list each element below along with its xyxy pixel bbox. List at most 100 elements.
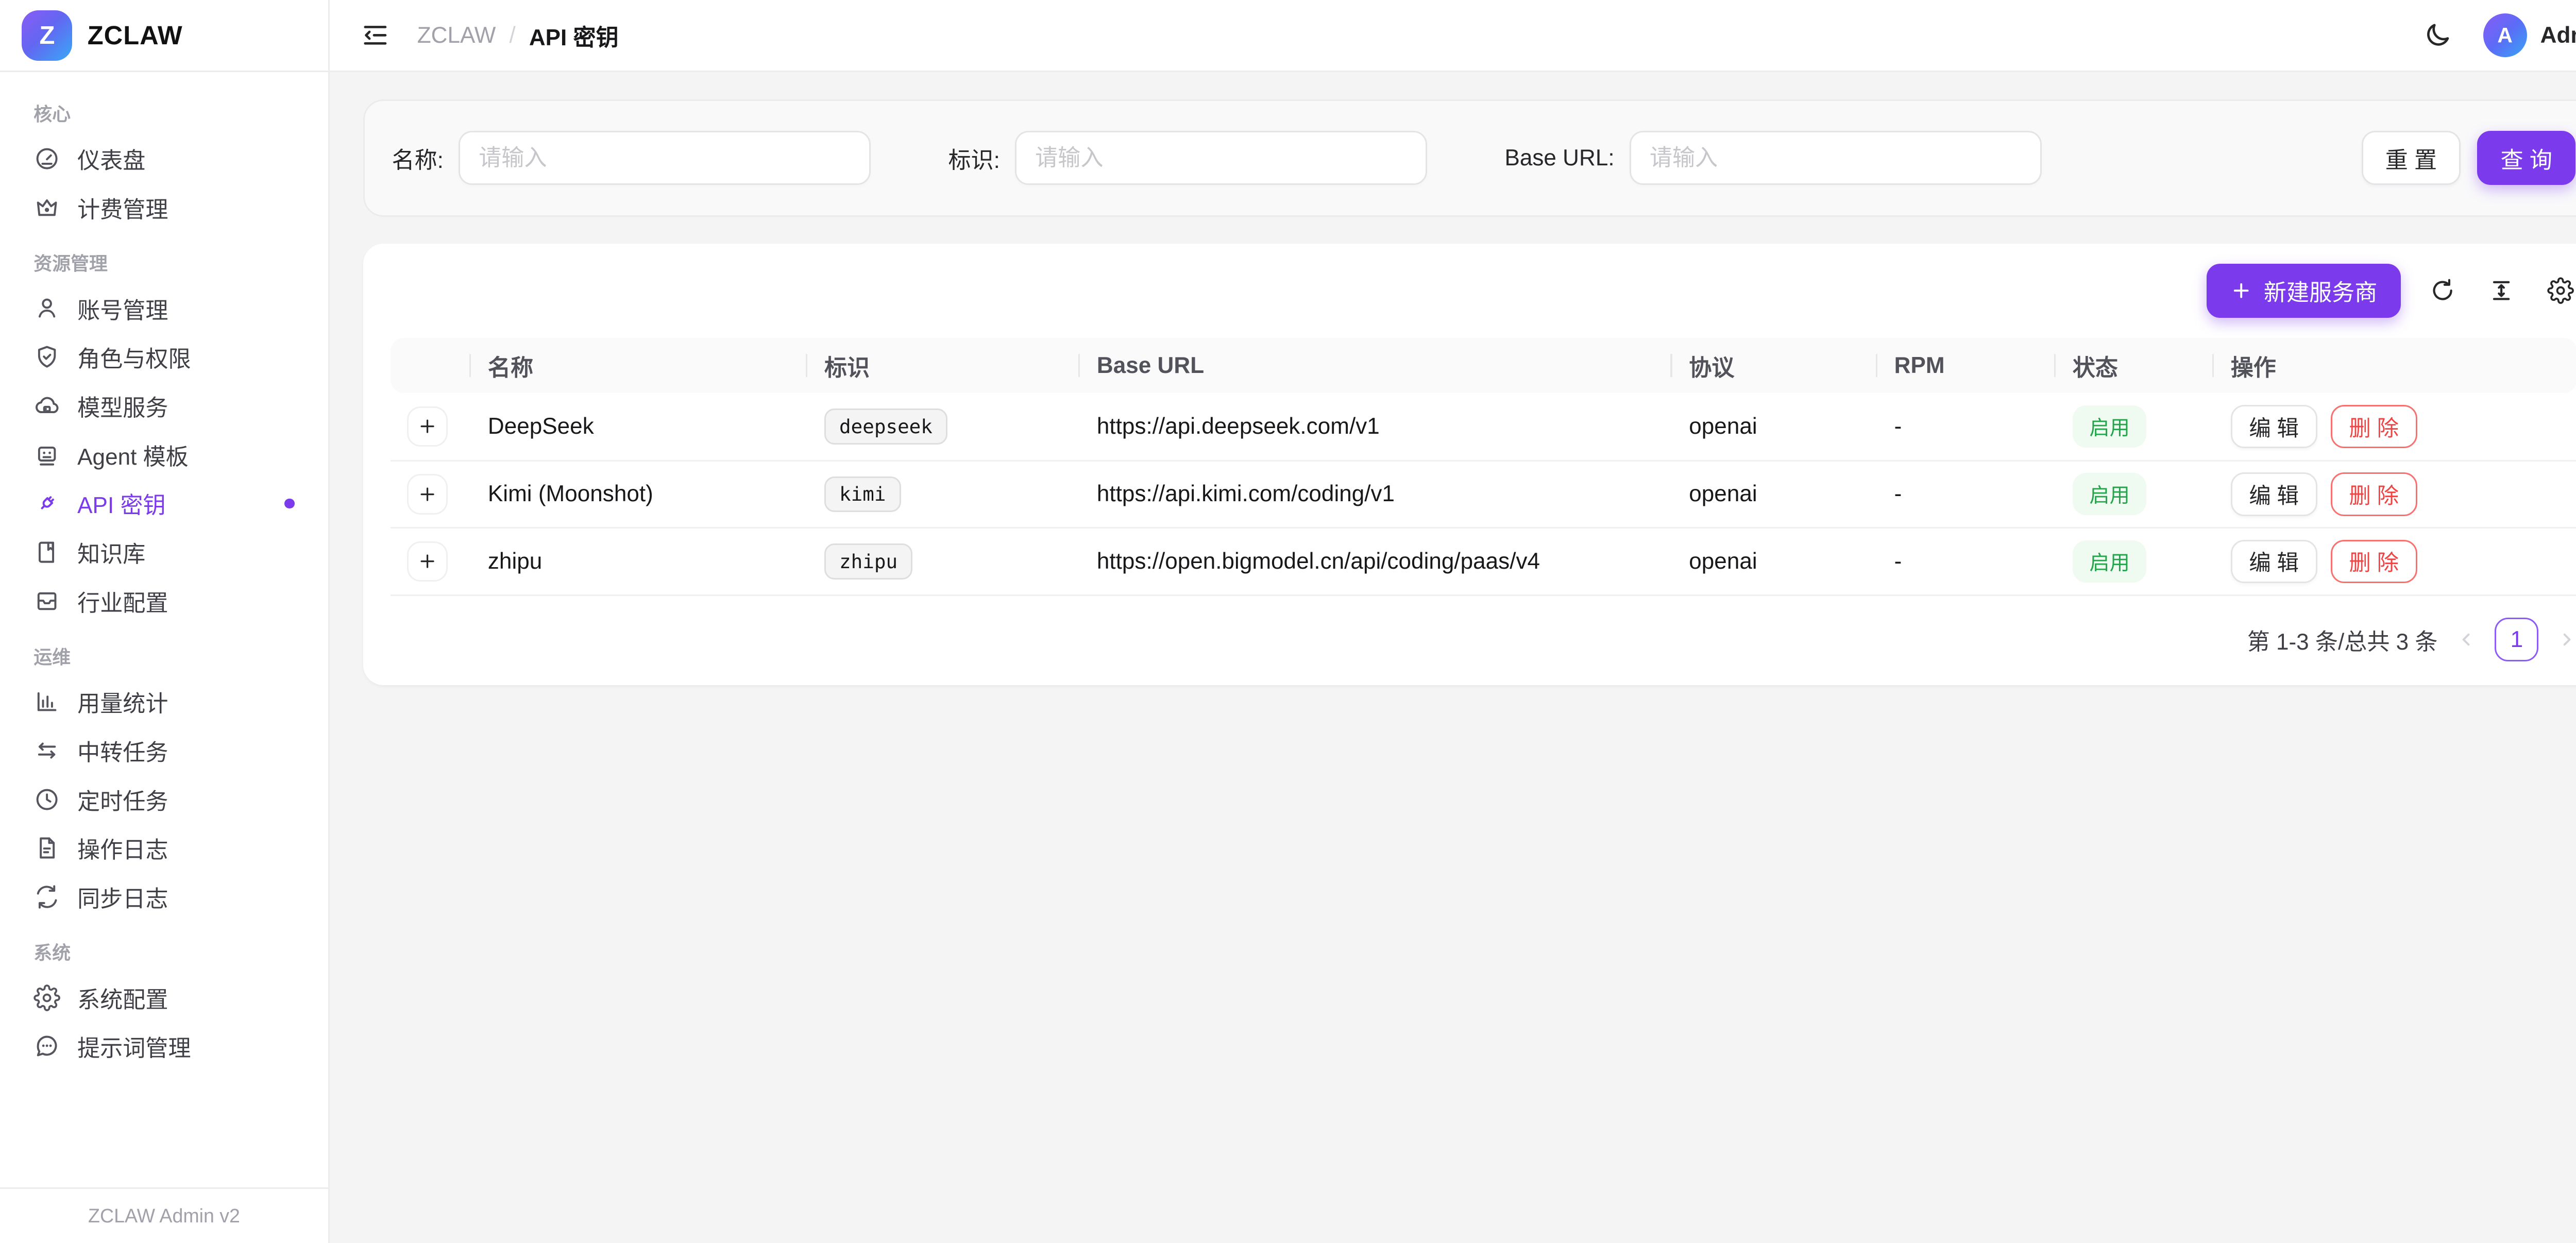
column-header-status: 状态 [2056, 338, 2214, 394]
page-1-button[interactable]: 1 [2495, 618, 2538, 661]
delete-button[interactable]: 删 除 [2331, 472, 2417, 516]
sidebar-item-label: 操作日志 [77, 831, 168, 864]
provider-rpm: - [1877, 528, 2056, 595]
active-dot [284, 499, 295, 509]
name-filter-label: 名称: [392, 142, 444, 175]
nav-section-label-system: 系统 [17, 921, 312, 973]
prev-page-button[interactable] [2456, 629, 2476, 650]
search-button[interactable]: 查 询 [2477, 131, 2575, 184]
sidebar-item-label: Agent 模板 [77, 438, 189, 471]
provider-protocol: openai [1672, 393, 1877, 461]
shop-icon [33, 588, 60, 615]
row-actions: 编 辑 删 除 [2231, 540, 2561, 584]
edit-button[interactable]: 编 辑 [2231, 472, 2317, 516]
column-header-actions: 操作 [2214, 338, 2576, 394]
sidebar-item-sync-logs[interactable]: 同步日志 [17, 873, 312, 922]
name-filter-input[interactable] [459, 131, 871, 184]
sidebar-item-billing[interactable]: 计费管理 [17, 183, 312, 232]
api-plug-icon [33, 490, 60, 517]
provider-protocol: openai [1672, 528, 1877, 595]
sidebar-item-label: 中转任务 [77, 734, 168, 767]
pagination-summary: 第 1-3 条/总共 3 条 [2247, 623, 2438, 656]
sidebar-item-relay-tasks[interactable]: 中转任务 [17, 726, 312, 775]
nav-section-label-ops: 运维 [17, 625, 312, 677]
status-badge: 启用 [2073, 405, 2147, 448]
sidebar-item-roles[interactable]: 角色与权限 [17, 333, 312, 382]
sidebar-item-accounts[interactable]: 账号管理 [17, 284, 312, 333]
sidebar-item-label: 行业配置 [77, 585, 168, 618]
slug-filter-input[interactable] [1015, 131, 1427, 184]
column-settings-button[interactable] [2544, 274, 2576, 308]
row-actions: 编 辑 删 除 [2231, 405, 2561, 449]
provider-rpm: - [1877, 461, 2056, 528]
status-badge: 启用 [2073, 473, 2147, 515]
plus-icon [417, 416, 437, 436]
base-url-filter-input[interactable] [1630, 131, 2042, 184]
book-icon [33, 539, 60, 566]
row-density-button[interactable] [2485, 274, 2518, 308]
sidebar-collapse-button[interactable] [357, 17, 394, 54]
sidebar: Z ZCLAW 核心 仪表盘 计费管理 资源管理 账号管理 角色与权限 [0, 0, 330, 1243]
column-header-base-url: Base URL [1080, 338, 1672, 394]
expand-row-button[interactable] [407, 474, 447, 514]
table-toolbar: 新建服务商 [391, 264, 2576, 317]
sidebar-item-label: 同步日志 [77, 880, 168, 913]
reset-button[interactable]: 重 置 [2362, 131, 2460, 184]
sidebar-item-industry-config[interactable]: 行业配置 [17, 576, 312, 625]
sidebar-item-scheduled-tasks[interactable]: 定时任务 [17, 775, 312, 824]
expand-row-button[interactable] [407, 406, 447, 447]
edit-button[interactable]: 编 辑 [2231, 540, 2317, 584]
robot-icon [33, 441, 60, 468]
table-row: Kimi (Moonshot) kimi https://api.kimi.co… [391, 461, 2576, 528]
topbar: ZCLAW / API 密钥 A Admin [330, 0, 2576, 72]
provider-name: DeepSeek [471, 393, 807, 461]
provider-base-url: https://open.bigmodel.cn/api/coding/paas… [1080, 528, 1672, 595]
sidebar-item-label: 角色与权限 [77, 340, 191, 373]
expand-row-button[interactable] [407, 541, 447, 582]
sidebar-item-prompt-management[interactable]: 提示词管理 [17, 1022, 312, 1071]
base-url-filter-label: Base URL: [1504, 145, 1614, 171]
plus-icon [417, 484, 437, 504]
create-provider-button[interactable]: 新建服务商 [2207, 264, 2401, 317]
sidebar-item-api-keys[interactable]: API 密钥 [17, 479, 312, 528]
sidebar-item-label: 系统配置 [77, 981, 168, 1014]
provider-slug-tag: deepseek [824, 408, 947, 445]
sidebar-item-label: 模型服务 [77, 389, 168, 422]
sidebar-item-label: 知识库 [77, 536, 145, 569]
dark-mode-toggle[interactable] [2419, 17, 2456, 54]
sidebar-item-knowledge-base[interactable]: 知识库 [17, 528, 312, 577]
brand[interactable]: Z ZCLAW [0, 0, 328, 72]
chat-bubble-icon [33, 1033, 60, 1060]
main: ZCLAW / API 密钥 A Admin 名称: [330, 0, 2576, 1243]
filter-actions: 重 置 查 询 [2362, 131, 2575, 184]
user-menu[interactable]: A Admin [2483, 13, 2576, 57]
bar-chart-icon [33, 688, 60, 715]
sidebar-item-usage-stats[interactable]: 用量统计 [17, 677, 312, 726]
reload-icon [2429, 277, 2456, 304]
slug-filter-label: 标识: [948, 142, 999, 175]
plus-icon [417, 551, 437, 571]
edit-button[interactable]: 编 辑 [2231, 405, 2317, 449]
sidebar-item-dashboard[interactable]: 仪表盘 [17, 134, 312, 183]
pagination: 第 1-3 条/总共 3 条 1 [391, 618, 2576, 661]
sidebar-item-operation-logs[interactable]: 操作日志 [17, 824, 312, 873]
menu-fold-icon [360, 20, 391, 50]
status-badge: 启用 [2073, 540, 2147, 583]
table-card: 新建服务商 名称 [363, 244, 2576, 685]
column-header-expand [391, 338, 471, 394]
user-icon [33, 295, 60, 321]
gear-icon [33, 984, 60, 1011]
delete-button[interactable]: 删 除 [2331, 405, 2417, 449]
breadcrumb-root[interactable]: ZCLAW [417, 23, 496, 48]
content: 名称: 标识: Base URL: 重 置 查 询 [330, 72, 2576, 1243]
next-page-button[interactable] [2557, 629, 2576, 650]
sidebar-item-agent-templates[interactable]: Agent 模板 [17, 430, 312, 479]
refresh-button[interactable] [2426, 274, 2460, 308]
column-header-slug: 标识 [807, 338, 1080, 394]
sidebar-item-system-config[interactable]: 系统配置 [17, 973, 312, 1022]
nav-section-label-core: 核心 [17, 82, 312, 134]
table-settings-gear-icon [2547, 277, 2574, 304]
sidebar-item-model-services[interactable]: 模型服务 [17, 382, 312, 431]
shield-check-icon [33, 344, 60, 370]
delete-button[interactable]: 删 除 [2331, 540, 2417, 584]
